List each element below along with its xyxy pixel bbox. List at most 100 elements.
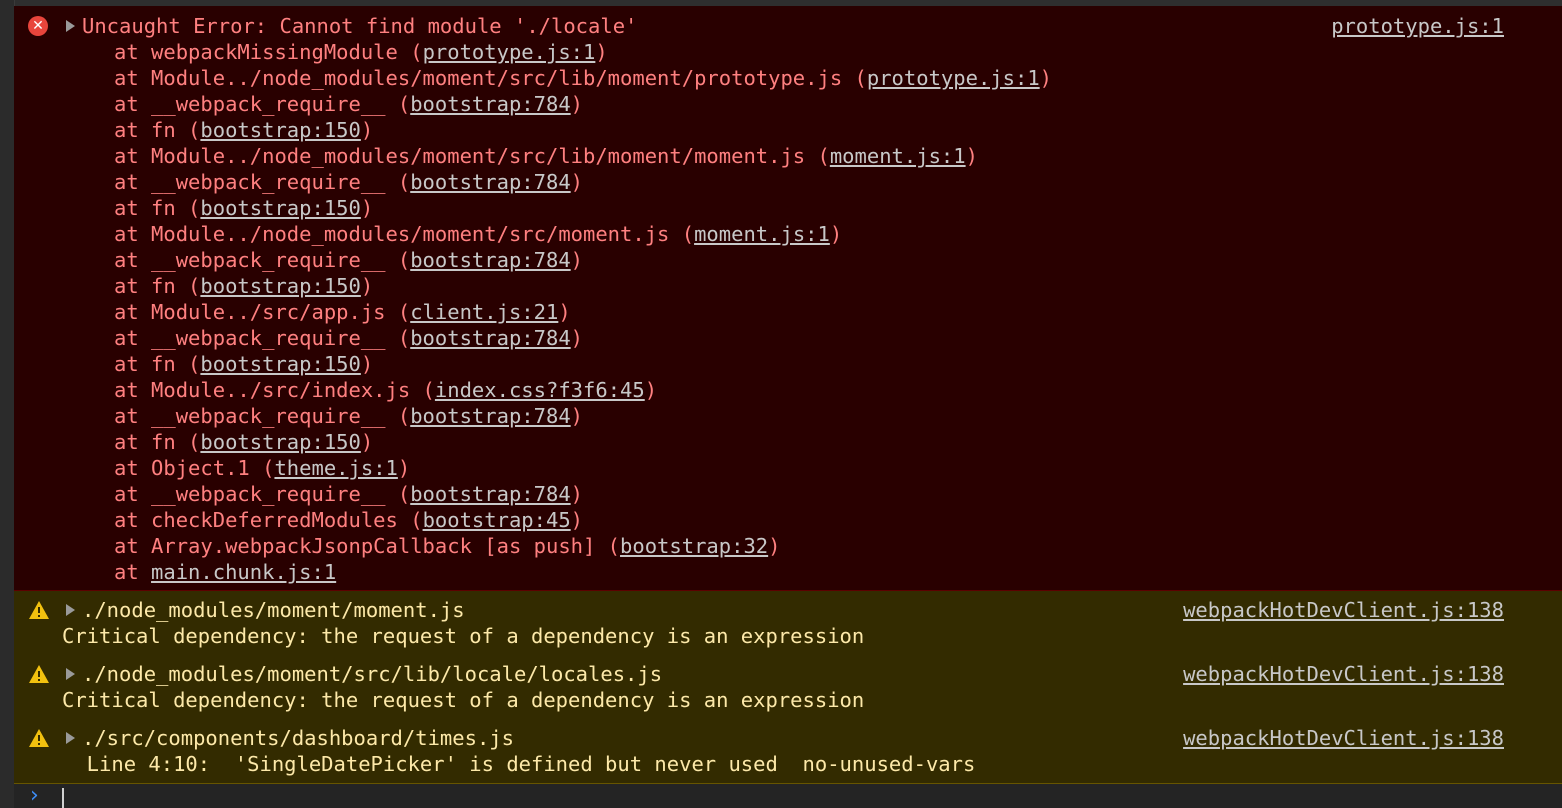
stack-frame: at fn (bootstrap:150) [114,429,373,455]
stack-frame-source-link[interactable]: bootstrap:150 [200,196,360,220]
stack-frame: at Array.webpackJsonpCallback [as push] … [114,533,780,559]
stack-frame-close: ) [360,118,374,142]
console-warning-message[interactable]: ./src/components/dashboard/times.js webp… [14,719,1562,784]
stack-frame-close: ) [644,378,658,402]
warning-title: ./node_modules/moment/src/lib/locale/loc… [82,662,663,686]
stack-frame-close: ) [570,248,584,272]
stack-frame-source-link[interactable]: moment.js:1 [830,144,966,168]
prompt-chevron-icon: › [30,783,39,808]
error-circle-x-icon: ✕ [28,16,48,36]
stack-frame-close: ) [360,274,374,298]
stack-frame-close: ) [570,326,584,350]
stack-frame-close: ) [360,196,374,220]
warning-detail: Critical dependency: the request of a de… [62,688,865,712]
stack-frame: at Module../node_modules/moment/src/lib/… [114,143,978,169]
stack-frame-source-link[interactable]: bootstrap:150 [200,430,360,454]
expand-triangle-icon[interactable] [66,20,75,32]
stack-frame-function: at __webpack_require__ ( [114,326,411,350]
stack-frame-close: ) [360,352,374,376]
stack-frame-close: ) [558,300,571,324]
stack-frame-function: at Module../src/app.js ( [114,300,411,324]
warning-title: ./src/components/dashboard/times.js [82,726,514,750]
warning-source-link[interactable]: webpackHotDevClient.js:138 [1183,725,1504,751]
stack-frame-close: ) [965,144,978,168]
stack-frame: at Module../node_modules/moment/src/lib/… [114,65,1052,91]
stack-frame-function: at __webpack_require__ ( [114,170,411,194]
stack-frame-close: ) [570,482,584,506]
stack-frame-close: ) [397,456,411,480]
stack-frame-close: ) [570,92,584,116]
stack-frame-function: at __webpack_require__ ( [114,92,411,116]
stack-frame-source-link[interactable]: bootstrap:784 [410,482,570,506]
stack-frame-function: at __webpack_require__ ( [114,404,411,428]
stack-frame-source-link[interactable]: prototype.js:1 [423,40,596,64]
stack-frame-source-link[interactable]: main.chunk.js:1 [151,560,336,584]
stack-frame-source-link[interactable]: bootstrap:150 [200,118,360,142]
stack-frame-source-link[interactable]: bootstrap:784 [410,170,570,194]
stack-frame-source-link[interactable]: bootstrap:45 [423,508,571,532]
stack-frame: at webpackMissingModule (prototype.js:1) [114,39,608,65]
warning-detail: Critical dependency: the request of a de… [62,624,865,648]
stack-frame-source-link[interactable]: bootstrap:150 [200,274,360,298]
stack-frame: at Object.1 (theme.js:1) [114,455,410,481]
error-source-link[interactable]: prototype.js:1 [1331,13,1504,39]
warning-detail: Line 4:10: 'SingleDatePicker' is defined… [62,752,976,776]
stack-frame: at Module../node_modules/moment/src/mome… [114,221,842,247]
stack-frame: at __webpack_require__ (bootstrap:784) [114,247,583,273]
stack-frame-source-link[interactable]: theme.js:1 [274,456,397,480]
warning-source-link[interactable]: webpackHotDevClient.js:138 [1183,597,1504,623]
stack-frame-source-link[interactable]: bootstrap:32 [620,534,768,558]
warning-triangle-icon [29,601,49,619]
stack-frame-source-link[interactable]: client.js:21 [410,300,558,324]
stack-frame-source-link[interactable]: index.css?f3f6:45 [435,378,645,402]
stack-frame-close: ) [570,170,584,194]
stack-frame-close: ) [1039,66,1053,90]
warning-source-link[interactable]: webpackHotDevClient.js:138 [1183,661,1504,687]
stack-frame-close: ) [570,404,584,428]
expand-triangle-icon[interactable] [66,732,75,744]
stack-frame: at __webpack_require__ (bootstrap:784) [114,325,583,351]
error-message-text: Uncaught Error: Cannot find module './lo… [82,14,638,38]
console-input-cursor[interactable] [62,788,64,808]
stack-frame-function: at fn ( [114,118,201,142]
stack-frame-function: at __webpack_require__ ( [114,482,411,506]
stack-frame-function: at fn ( [114,274,201,298]
stack-frame-source-link[interactable]: bootstrap:150 [200,352,360,376]
warning-triangle-icon [29,665,49,683]
expand-triangle-icon[interactable] [66,604,75,616]
stack-frame: at main.chunk.js:1 [114,559,336,585]
console-warning-message[interactable]: ./node_modules/moment/src/lib/locale/loc… [14,655,1562,720]
stack-frame: at __webpack_require__ (bootstrap:784) [114,403,583,429]
stack-frame-function: at [114,560,152,584]
stack-frame-close: ) [768,534,781,558]
console-error-message[interactable]: ✕ Uncaught Error: Cannot find module './… [14,6,1562,591]
stack-frame-close: ) [595,40,608,64]
stack-frame: at fn (bootstrap:150) [114,351,373,377]
stack-frame-source-link[interactable]: moment.js:1 [694,222,830,246]
warning-title: ./node_modules/moment/moment.js [82,598,465,622]
warning-triangle-icon [29,729,49,747]
stack-frame: at Module../src/app.js (client.js:21) [114,299,571,325]
stack-frame: at fn (bootstrap:150) [114,195,373,221]
stack-frame-source-link[interactable]: bootstrap:784 [410,326,570,350]
console-prompt-row[interactable]: › [14,784,1562,808]
stack-frame-close: ) [829,222,843,246]
stack-frame: at __webpack_require__ (bootstrap:784) [114,481,583,507]
stack-frame: at __webpack_require__ (bootstrap:784) [114,91,583,117]
stack-frame-function: at webpackMissingModule ( [114,40,423,64]
stack-frame-close: ) [570,508,584,532]
stack-frame-source-link[interactable]: bootstrap:784 [410,248,570,272]
stack-frame-source-link[interactable]: bootstrap:784 [410,92,570,116]
stack-frame-function: at Object.1 ( [114,456,275,480]
stack-frame-source-link[interactable]: prototype.js:1 [867,66,1040,90]
stack-frame-source-link[interactable]: bootstrap:784 [410,404,570,428]
stack-frame-function: at Module../node_modules/moment/src/lib/… [114,66,867,90]
stack-frame-function: at Module../node_modules/moment/src/lib/… [114,144,830,168]
stack-frame-function: at checkDeferredModules ( [114,508,423,532]
stack-frame: at fn (bootstrap:150) [114,117,373,143]
console-warning-message[interactable]: ./node_modules/moment/moment.js webpackH… [14,591,1562,656]
stack-frame-function: at fn ( [114,196,201,220]
stack-frame-function: at Module../src/index.js ( [114,378,435,402]
stack-frame-function: at __webpack_require__ ( [114,248,411,272]
expand-triangle-icon[interactable] [66,668,75,680]
